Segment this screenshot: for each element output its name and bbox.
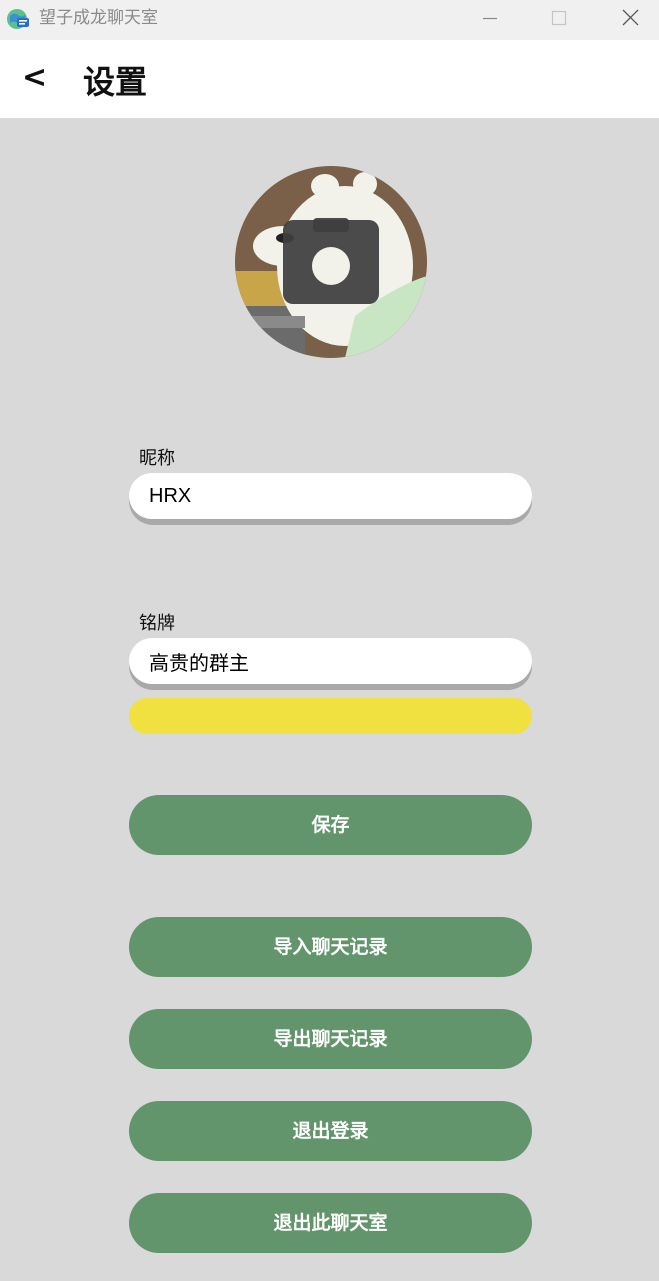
badge-field-wrap — [129, 638, 532, 690]
save-button[interactable]: 保存 — [129, 795, 532, 855]
import-history-button[interactable]: 导入聊天记录 — [129, 917, 532, 977]
window-titlebar: 望子成龙聊天室 — [0, 0, 659, 40]
page-title: 设置 — [83, 63, 148, 101]
close-icon[interactable] — [607, 0, 653, 40]
avatar-image — [235, 166, 427, 358]
settings-header: < 设置 — [0, 40, 659, 118]
badge-input[interactable] — [129, 638, 532, 684]
app-logo-icon — [7, 9, 29, 29]
logout-button[interactable]: 退出登录 — [129, 1101, 532, 1161]
nickname-field-wrap — [129, 473, 532, 525]
badge-label: 铭牌 — [139, 613, 175, 634]
minimize-icon[interactable] — [467, 0, 513, 40]
back-button[interactable]: < — [22, 60, 47, 96]
export-history-button[interactable]: 导出聊天记录 — [129, 1009, 532, 1069]
window-title: 望子成龙聊天室 — [39, 8, 158, 28]
nickname-label: 昵称 — [139, 448, 175, 469]
badge-color-picker[interactable] — [129, 698, 532, 734]
avatar[interactable] — [235, 166, 427, 358]
nickname-input[interactable] — [129, 473, 532, 519]
leave-room-button[interactable]: 退出此聊天室 — [129, 1193, 532, 1253]
maximize-icon[interactable] — [536, 0, 582, 40]
